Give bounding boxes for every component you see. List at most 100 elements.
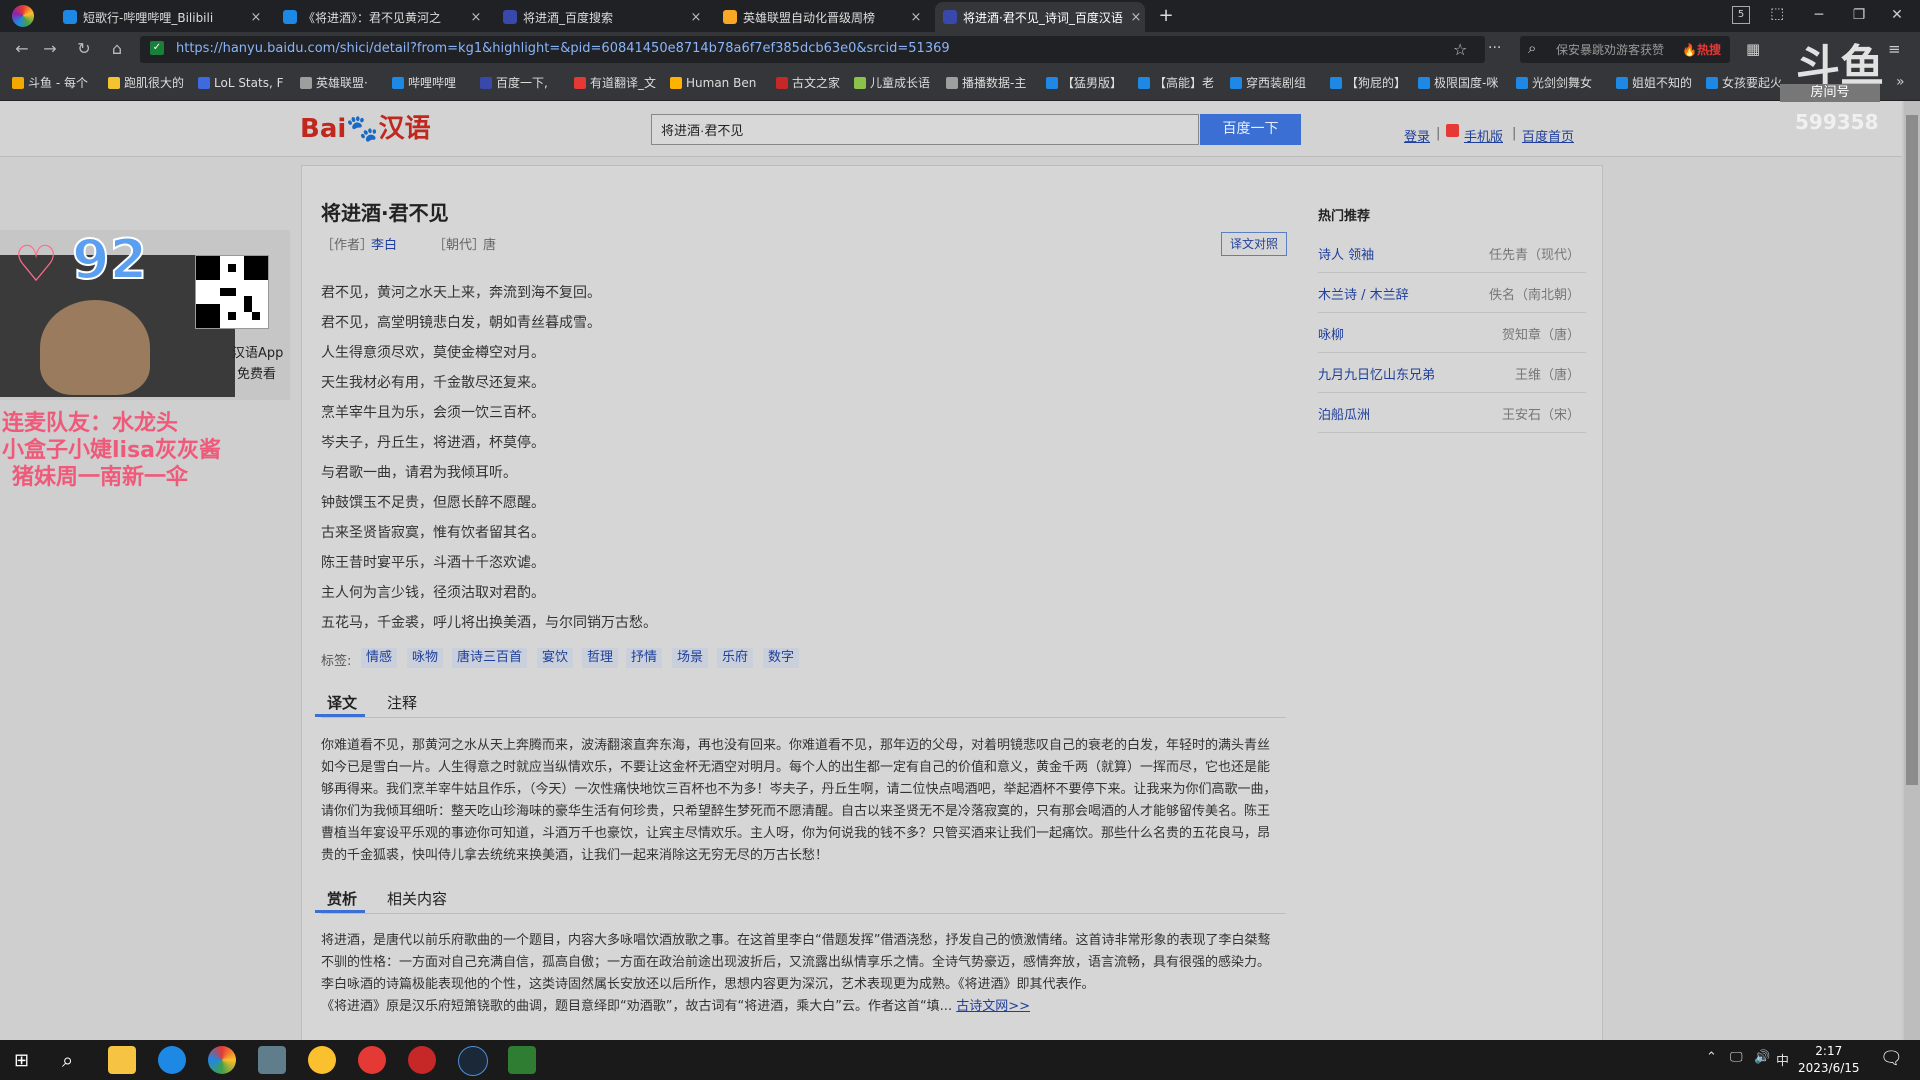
ime-indicator[interactable]: 中 xyxy=(1776,1050,1789,1069)
poem-name-link[interactable]: 诗人 领袖 xyxy=(1318,244,1374,263)
forward-button[interactable]: → xyxy=(38,37,62,61)
bookmark-item[interactable]: Human Ben xyxy=(670,72,756,94)
poem-line: 与君歌一曲，请君为我倾耳听。 xyxy=(321,465,517,481)
browser-logo-icon[interactable] xyxy=(12,5,34,27)
bookmark-item[interactable]: 姐姐不知的 xyxy=(1616,72,1692,94)
bookmark-item[interactable]: 女孩要起火 xyxy=(1706,72,1782,94)
clock[interactable]: 2:17 2023/6/15 xyxy=(1798,1043,1860,1077)
search-button[interactable]: 百度一下 xyxy=(1200,114,1301,145)
hot-recommend-item[interactable]: 泊船瓜洲 王安石（宋） xyxy=(1318,392,1586,433)
bookmark-item[interactable]: 哔哩哔哩 xyxy=(392,72,456,94)
bookmark-item[interactable]: 播播数据-主 xyxy=(946,72,1026,94)
browser-tab[interactable]: 英雄联盟自动化晋级周榜 × xyxy=(715,2,925,32)
tab-related[interactable]: 相关内容 xyxy=(387,888,447,909)
bookmark-item[interactable]: 【猛男版】 xyxy=(1046,72,1122,94)
browser-taskbar-icon[interactable] xyxy=(208,1046,236,1074)
baidu-hanyu-logo[interactable]: Bai🐾汉语 xyxy=(300,108,431,145)
hot-recommend-item[interactable]: 诗人 领袖 任先青（现代） xyxy=(1318,232,1586,273)
secure-lock-icon[interactable]: ✓ xyxy=(150,41,164,55)
hot-recommend-item[interactable]: 咏柳 贺知章（唐） xyxy=(1318,312,1586,353)
more-menu-icon[interactable]: ··· xyxy=(1488,40,1501,56)
close-window-button[interactable]: ✕ xyxy=(1874,0,1920,32)
bookmark-item[interactable]: 极限国度-咪 xyxy=(1418,72,1498,94)
bookmark-item[interactable]: 百度一下, xyxy=(480,72,548,94)
network-icon[interactable]: 🖵 xyxy=(1730,1050,1743,1065)
tag-chip[interactable]: 哲理 xyxy=(582,648,619,668)
douyu-taskbar-icon[interactable] xyxy=(358,1046,386,1074)
tab-appreciation[interactable]: 赏析 xyxy=(327,888,357,909)
browser-tab[interactable]: 将进酒_百度搜索 × xyxy=(495,2,705,32)
extension-icon[interactable]: ⬚ xyxy=(1770,4,1784,22)
tag-chip[interactable]: 咏物 xyxy=(407,648,444,668)
tag-chip[interactable]: 宴饮 xyxy=(537,648,574,668)
mobile-link[interactable]: 手机版 xyxy=(1464,126,1503,145)
volume-icon[interactable]: 🔊 xyxy=(1754,1050,1770,1065)
bookmark-item[interactable]: 斗鱼 - 每个 xyxy=(12,72,88,94)
hot-recommend-item[interactable]: 九月九日忆山东兄弟 王维（唐） xyxy=(1318,352,1586,393)
poem-name-link[interactable]: 九月九日忆山东兄弟 xyxy=(1318,364,1435,383)
tag-chip[interactable]: 情感 xyxy=(361,648,398,668)
reload-button[interactable]: ↻ xyxy=(72,37,96,61)
home-button[interactable]: ⌂ xyxy=(105,37,129,61)
new-tab-button[interactable]: + xyxy=(1155,4,1177,28)
tab-count-badge[interactable]: 5 xyxy=(1732,6,1750,24)
tag-chip[interactable]: 乐府 xyxy=(717,648,754,668)
bookmark-label: 光剑剑舞女 xyxy=(1532,76,1593,90)
author-link[interactable]: 李白 xyxy=(371,234,397,253)
browser-tab[interactable]: 《将进酒》：君不见黄河之 × xyxy=(275,2,485,32)
tab-close-icon[interactable]: × xyxy=(1127,10,1145,25)
tag-chip[interactable]: 数字 xyxy=(763,648,800,668)
back-button[interactable]: ← xyxy=(10,37,34,61)
bookmark-item[interactable]: 【高能】老 xyxy=(1138,72,1214,94)
bookmark-star-icon[interactable]: ☆ xyxy=(1453,40,1467,59)
file-explorer-icon[interactable] xyxy=(108,1046,136,1074)
source-link[interactable]: 古诗文网>> xyxy=(956,999,1030,1014)
tab-notes[interactable]: 注释 xyxy=(387,692,417,713)
obs-icon[interactable] xyxy=(508,1046,536,1074)
bookmark-item[interactable]: 穿西装剧组 xyxy=(1230,72,1306,94)
home-link[interactable]: 百度首页 xyxy=(1522,126,1574,145)
scrollbar-thumb[interactable] xyxy=(1906,115,1918,785)
steam-icon[interactable] xyxy=(458,1046,488,1076)
url-text[interactable]: https://hanyu.baidu.com/shici/detail?fro… xyxy=(176,41,950,56)
tag-chip[interactable]: 抒情 xyxy=(626,648,663,668)
search-suggestion[interactable]: 保安暴跳劝游客获赞 xyxy=(1556,41,1664,58)
login-link[interactable]: 登录 xyxy=(1404,126,1430,145)
tag-chip[interactable]: 唐诗三百首 xyxy=(452,648,528,668)
tag-chip[interactable]: 场景 xyxy=(672,648,709,668)
apps-grid-icon[interactable]: ▦ xyxy=(1746,40,1760,58)
bookmark-item[interactable]: 古文之家 xyxy=(776,72,840,94)
notification-icon[interactable]: 🗨 xyxy=(1880,1048,1903,1069)
browser-tab[interactable]: 将进酒·君不见_诗词_百度汉语 × xyxy=(935,2,1145,32)
tab-close-icon[interactable]: × xyxy=(247,10,265,25)
bookmark-item[interactable]: 光剑剑舞女 xyxy=(1516,72,1592,94)
hot-recommend-item[interactable]: 木兰诗 / 木兰辞 佚名（南北朝） xyxy=(1318,272,1586,313)
qq-icon[interactable] xyxy=(308,1046,336,1074)
edge-icon[interactable] xyxy=(158,1046,186,1074)
browser-tab[interactable]: 短歌行-哔哩哔哩_Bilibili × xyxy=(55,2,265,32)
bookmark-item[interactable]: 儿童成长语 xyxy=(854,72,930,94)
tab-close-icon[interactable]: × xyxy=(467,10,485,25)
poem-name-link[interactable]: 木兰诗 / 木兰辞 xyxy=(1318,284,1409,303)
tab-translation[interactable]: 译文 xyxy=(327,692,357,713)
app-taskbar-icon[interactable] xyxy=(258,1046,286,1074)
windows-start-icon[interactable]: ⊞ xyxy=(14,1050,29,1071)
bookmark-label: 英雄联盟· xyxy=(316,76,368,90)
tray-chevron-icon[interactable]: ⌃ xyxy=(1706,1050,1717,1065)
netease-music-icon[interactable] xyxy=(408,1046,436,1074)
translation-compare-button[interactable]: 译文对照 xyxy=(1221,232,1287,256)
poem-name-link[interactable]: 泊船瓜洲 xyxy=(1318,404,1370,423)
poem-name-link[interactable]: 咏柳 xyxy=(1318,324,1344,343)
tab-close-icon[interactable]: × xyxy=(687,10,705,25)
search-taskbar-icon[interactable]: ⌕ xyxy=(62,1048,73,1072)
search-input[interactable] xyxy=(651,114,1199,145)
bookmark-item[interactable]: 有道翻译_文 xyxy=(574,72,656,94)
bookmark-item[interactable]: 英雄联盟· xyxy=(300,72,368,94)
bookmark-item[interactable]: 跑肌很大的 xyxy=(108,72,184,94)
bookmark-item[interactable]: 【狗屁的】 xyxy=(1330,72,1406,94)
bookmark-favicon-icon xyxy=(854,77,866,89)
tab-close-icon[interactable]: × xyxy=(907,10,925,25)
bookmark-item[interactable]: LoL Stats, F xyxy=(198,72,283,94)
taskbar xyxy=(0,1040,1920,1080)
hot-search-badge[interactable]: 🔥热搜 xyxy=(1682,41,1721,58)
